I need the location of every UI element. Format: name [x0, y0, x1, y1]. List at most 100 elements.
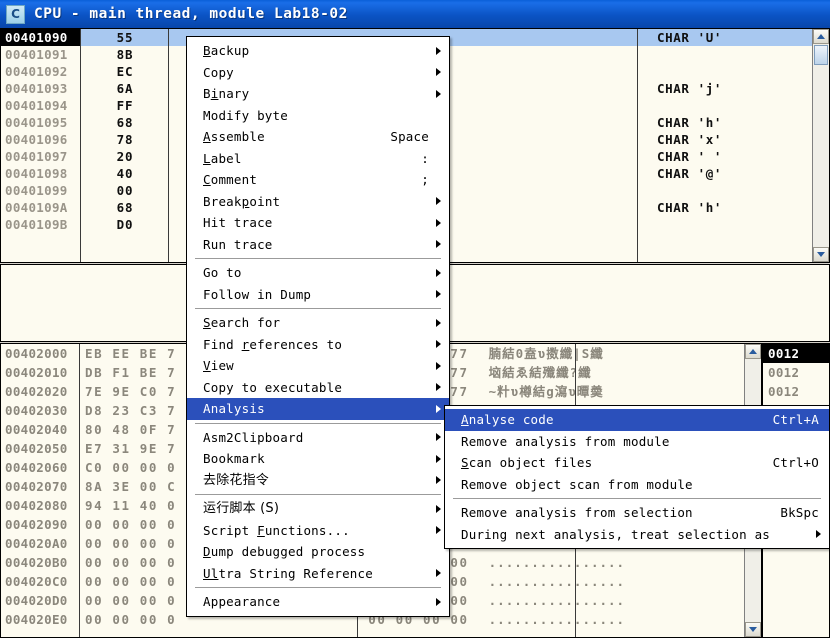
menu-item-analysis[interactable]: Analysis — [187, 398, 449, 420]
menu-item-label: Run trace — [203, 236, 273, 252]
menu-item-label: Copy to executable — [203, 379, 343, 395]
submenu-arrow-icon — [436, 569, 441, 578]
instruction-comment: CHAR 'j' — [657, 81, 723, 96]
dump-hex-bytes: 7E 9E C0 7 — [85, 384, 177, 399]
menu-item-remove-object-scan-from-module[interactable]: Remove object scan from module — [445, 474, 829, 496]
instruction-address: 00401099 — [5, 183, 68, 198]
instruction-bytes: 40 — [116, 166, 134, 181]
submenu-arrow-icon — [816, 530, 821, 539]
menu-item-modify-byte[interactable]: Modify byte — [187, 105, 449, 127]
menu-item-hit-trace[interactable]: Hit trace — [187, 212, 449, 234]
submenu-arrow-icon — [436, 290, 441, 299]
dump-address: 004020E0 — [5, 612, 68, 627]
menu-item-bookmark[interactable]: Bookmark — [187, 448, 449, 470]
menu-item-scan-object-files[interactable]: Scan object files Ctrl+O — [445, 452, 829, 474]
submenu-arrow-icon — [436, 597, 441, 606]
menu-item-find-references-to[interactable]: Find references to — [187, 334, 449, 356]
dump-hex-bytes: C0 00 00 0 — [85, 460, 177, 475]
menu-item-label: Breakpoint — [203, 193, 281, 209]
dump-ascii: ................ — [488, 555, 626, 570]
instruction-comment: CHAR '@' — [657, 166, 723, 181]
scroll-up-arrow-icon[interactable] — [813, 29, 829, 44]
scroll-down-arrow-icon[interactable] — [745, 622, 761, 637]
menu-item-remove-analysis-from-module[interactable]: Remove analysis from module — [445, 431, 829, 453]
dump-hex-bytes: 00 00 00 0 — [85, 574, 177, 589]
menu-item-label: Copy — [203, 64, 234, 80]
menu-item-label: Hit trace — [203, 215, 273, 230]
instruction-address: 0040109A — [5, 200, 68, 215]
dump-hex-bytes: E7 31 9E 7 — [85, 441, 177, 456]
menu-item-view[interactable]: View — [187, 355, 449, 377]
menu-item-label: Label — [203, 150, 242, 166]
dump-hex-bytes: 80 48 0F 7 — [85, 422, 177, 437]
submenu-arrow-icon — [436, 318, 441, 327]
instruction-bytes: 68 — [116, 115, 134, 130]
instruction-comment: CHAR 'x' — [657, 132, 723, 147]
menu-item-asm2clipboard[interactable]: Asm2Clipboard — [187, 427, 449, 449]
menu-item-copy[interactable]: Copy — [187, 62, 449, 84]
menu-item-backup[interactable]: Backup — [187, 40, 449, 62]
analysis-submenu[interactable]: Analyse code Ctrl+A Remove analysis from m… — [444, 405, 830, 549]
menu-item-appearance[interactable]: Appearance — [187, 591, 449, 613]
submenu-arrow-icon — [436, 361, 441, 370]
submenu-arrow-icon — [436, 68, 441, 77]
menu-item-breakpoint[interactable]: Breakpoint — [187, 191, 449, 213]
scrollbar-thumb[interactable] — [814, 45, 828, 65]
context-menu[interactable]: Backup Copy Binary Modify byte Assemble Space… — [186, 36, 450, 617]
dump-ascii: ................ — [488, 612, 626, 627]
menu-item-search-for[interactable]: Search for — [187, 312, 449, 334]
menu-item-label: 去除花指令 — [203, 472, 270, 488]
menu-item-shortcut: BkSpc — [780, 505, 819, 520]
instruction-comment: CHAR ' ' — [657, 149, 723, 164]
dump-hex-bytes: 00 00 00 0 — [85, 593, 177, 608]
menu-item-follow-in-dump[interactable]: Follow in Dump — [187, 284, 449, 306]
menu-item-label: During next analysis, treat selection as — [461, 526, 771, 542]
stack-row[interactable]: 0012 — [763, 363, 829, 382]
dump-hex-bytes: 00 00 00 0 — [85, 612, 177, 627]
instruction-bytes: D0 — [116, 217, 134, 232]
instruction-bytes: 55 — [116, 30, 134, 45]
instruction-address: 00401097 — [5, 149, 68, 164]
menu-item-binary[interactable]: Binary — [187, 83, 449, 105]
instruction-comment — [649, 63, 829, 80]
cpu-module-icon: C — [6, 4, 25, 24]
menu-item-[interactable]: 去除花指令 — [187, 470, 449, 492]
submenu-arrow-icon — [436, 383, 441, 392]
dump-ascii: 腩結0盍ʋ擞纖|S纖 — [488, 346, 604, 361]
menu-item-remove-analysis-from-selection[interactable]: Remove analysis from selection BkSpc — [445, 502, 829, 524]
scroll-up-arrow-icon[interactable] — [745, 344, 761, 359]
scroll-down-arrow-icon[interactable] — [813, 247, 829, 262]
menu-item-during-next-analysis-treat-selection-as[interactable]: During next analysis, treat selection as — [445, 524, 829, 546]
dump-address: 00402030 — [5, 403, 68, 418]
dump-ascii: ~籵ʋ樽結g瀉ʋ曋羮 — [488, 384, 604, 399]
dump-address: 00402020 — [5, 384, 68, 399]
menu-item-run-trace[interactable]: Run trace — [187, 234, 449, 256]
instruction-bytes: 78 — [116, 132, 134, 147]
menu-item-ultra-string-reference[interactable]: Ultra String Reference — [187, 563, 449, 585]
menu-item-comment[interactable]: Comment; — [187, 169, 449, 191]
menu-item-assemble[interactable]: Assemble Space — [187, 126, 449, 148]
instruction-address: 00401090 — [1, 29, 81, 46]
dump-address: 00402040 — [5, 422, 68, 437]
submenu-arrow-icon — [436, 454, 441, 463]
stack-row[interactable]: 0012 — [763, 382, 829, 401]
menu-item-copy-to-executable[interactable]: Copy to executable — [187, 377, 449, 399]
menu-item-analyse-code[interactable]: Analyse code Ctrl+A — [445, 409, 829, 431]
window-title-bar[interactable]: C CPU - main thread, module Lab18-02 — [0, 0, 830, 28]
menu-item-go-to[interactable]: Go to — [187, 262, 449, 284]
stack-row[interactable]: 0012 — [763, 344, 829, 363]
menu-item-s[interactable]: 运行脚本 (S) — [187, 498, 449, 520]
menu-item-label[interactable]: Label: — [187, 148, 449, 170]
dump-ascii: ................ — [488, 593, 626, 608]
disassembly-scrollbar[interactable] — [812, 29, 829, 262]
menu-item-label: Backup — [203, 43, 250, 58]
menu-item-label: Comment — [203, 172, 258, 187]
dump-address: 00402070 — [5, 479, 68, 494]
menu-item-dump-debugged-process[interactable]: Dump debugged process — [187, 541, 449, 563]
instruction-comment — [649, 46, 829, 63]
instruction-comment — [649, 182, 829, 199]
menu-item-label: 运行脚本 (S) — [203, 501, 280, 516]
menu-item-script-functions[interactable]: Script Functions... — [187, 520, 449, 542]
dump-address: 00402010 — [5, 365, 68, 380]
dump-address: 00402050 — [5, 441, 68, 456]
